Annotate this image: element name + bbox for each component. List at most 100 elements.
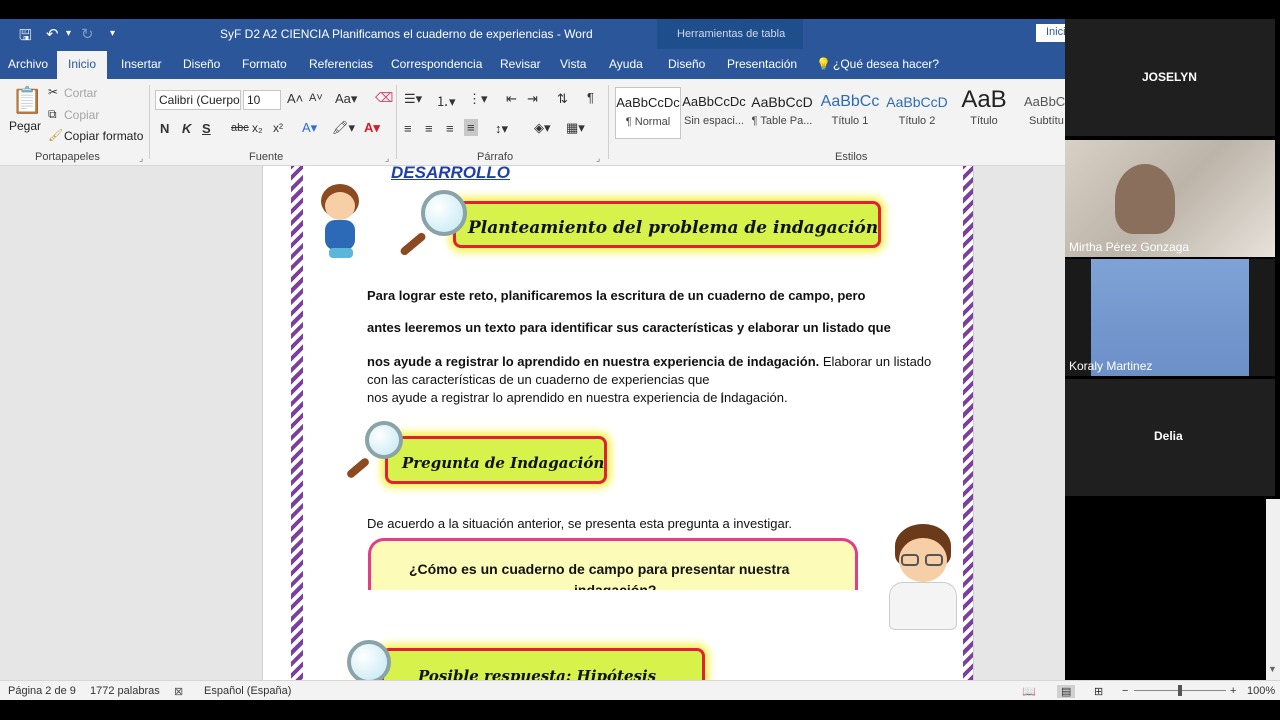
tab-archivo[interactable]: Archivo — [8, 57, 48, 71]
bullets-icon[interactable]: ☰▾ — [404, 91, 422, 107]
grow-font-icon[interactable]: A˄ — [287, 91, 303, 106]
paragraph-rest: Elaborar un listado — [819, 354, 932, 369]
bold-button[interactable]: N — [160, 121, 169, 136]
read-mode-icon[interactable]: 📖 — [1022, 685, 1036, 698]
style-heading-2[interactable]: AaBbCcD Título 2 — [884, 87, 950, 139]
zoom-slider-thumb[interactable] — [1178, 685, 1182, 696]
bottom-black-bar — [0, 700, 1280, 720]
banner-question-text: Pregunta de Indagación: — [402, 454, 607, 472]
font-name-combo[interactable]: Calibri (Cuerpo — [155, 90, 241, 110]
tell-me-search[interactable]: ¿Qué desea hacer? — [833, 57, 939, 71]
clear-format-icon[interactable]: ⌫ — [375, 90, 393, 106]
style-name: Título 1 — [831, 115, 869, 127]
clipboard-group-label: Portapapeles — [35, 151, 100, 163]
style-normal[interactable]: AaBbCcDc ¶ Normal — [615, 87, 681, 139]
language-status[interactable]: Español (España) — [204, 685, 291, 697]
left-page-border — [291, 166, 303, 680]
align-left-icon[interactable]: ≡ — [404, 121, 412, 136]
style-name: Subtítu — [1029, 115, 1064, 127]
borders-icon[interactable]: ▦▾ — [566, 120, 585, 136]
multilevel-list-icon[interactable]: ⋮▾ — [468, 91, 488, 107]
font-color-icon[interactable]: A▾ — [364, 120, 380, 136]
tab-diseno[interactable]: Diseño — [183, 57, 220, 71]
style-table-paragraph[interactable]: AaBbCcD ¶ Table Pa... — [749, 87, 815, 139]
tab-vista[interactable]: Vista — [560, 57, 586, 71]
increase-indent-icon[interactable]: ⇥ — [527, 91, 538, 107]
align-right-icon[interactable]: ≡ — [446, 121, 454, 136]
line-spacing-icon[interactable]: ↕▾ — [495, 121, 508, 137]
text-effects-icon[interactable]: A▾ — [302, 120, 317, 136]
customize-toolbar-icon[interactable]: ▾ — [110, 28, 115, 39]
style-subtitle[interactable]: AaBbCc Subtítu — [1018, 87, 1065, 139]
paragraph-launcher-icon[interactable]: ⌟ — [596, 153, 600, 164]
shrink-font-icon[interactable]: A˅ — [309, 92, 323, 104]
style-title[interactable]: AaB Título — [951, 87, 1017, 139]
tab-correspondencia[interactable]: Correspondencia — [391, 57, 482, 71]
copy-button[interactable]: Copiar — [64, 108, 99, 122]
show-marks-icon[interactable]: ¶ — [587, 90, 594, 105]
tab-formato[interactable]: Formato — [242, 57, 287, 71]
proofing-icon[interactable]: ⊠ — [174, 685, 183, 698]
decrease-indent-icon[interactable]: ⇤ — [506, 91, 517, 107]
clipboard-launcher-icon[interactable]: ⌟ — [139, 153, 143, 164]
magnifier-handle — [398, 231, 428, 257]
zoom-in-icon[interactable]: + — [1230, 685, 1236, 697]
word-count[interactable]: 1772 palabras — [90, 685, 160, 697]
cut-button[interactable]: Cortar — [64, 86, 97, 100]
sort-icon[interactable]: ⇅ — [557, 91, 568, 107]
print-layout-icon[interactable]: ▤ — [1057, 685, 1076, 698]
paragraph-line: nos ayude a registrar lo aprendido en nu… — [367, 390, 788, 405]
justify-icon[interactable]: ≡ — [464, 119, 478, 136]
tab-revisar[interactable]: Revisar — [500, 57, 541, 71]
banner-hypothesis: Posible respuesta: Hipótesis — [381, 648, 705, 680]
participant-tile[interactable]: Koraly Martinez — [1065, 259, 1275, 376]
participant-tile[interactable]: Mirtha Pérez Gonzaga — [1065, 140, 1275, 257]
style-no-spacing[interactable]: AaBbCcDc Sin espaci... — [681, 87, 747, 139]
tab-insertar[interactable]: Insertar — [121, 57, 162, 71]
paste-icon[interactable]: 📋 — [11, 85, 43, 116]
change-case-icon[interactable]: Aa▾ — [335, 91, 357, 107]
format-painter-button[interactable]: Copiar formato — [64, 129, 143, 143]
document-area: DESARROLLO Planteamiento del problema de… — [0, 166, 1065, 680]
tab-referencias[interactable]: Referencias — [309, 57, 373, 71]
magnifier-handle — [345, 456, 371, 480]
styles-group-label: Estilos — [835, 151, 868, 163]
save-icon[interactable]: 🖫 — [19, 25, 32, 50]
question-box: ¿Cómo es un cuaderno de campo para prese… — [368, 538, 858, 590]
highlight-icon[interactable]: 🖍▾ — [332, 120, 355, 136]
zoom-level[interactable]: 100% — [1247, 685, 1275, 697]
tab-inicio[interactable]: Inicio — [57, 51, 108, 79]
undo-dropdown-icon[interactable]: ▾ — [66, 28, 71, 39]
numbering-icon[interactable]: ⒈▾ — [436, 91, 456, 110]
shading-icon[interactable]: ◈▾ — [534, 120, 551, 136]
participant-name: Mirtha Pérez Gonzaga — [1069, 240, 1190, 254]
document-page[interactable]: DESARROLLO Planteamiento del problema de… — [262, 166, 974, 680]
strikethrough-button[interactable]: abc — [231, 122, 249, 134]
style-name: ¶ Normal — [625, 116, 671, 128]
superscript-button[interactable]: x² — [273, 121, 283, 135]
font-launcher-icon[interactable]: ⌟ — [385, 153, 389, 164]
tab-ayuda[interactable]: Ayuda — [609, 57, 643, 71]
participant-name: JOSELYN — [1142, 70, 1197, 84]
font-size-combo[interactable]: 10 — [243, 90, 281, 110]
web-layout-icon[interactable]: ⊞ — [1094, 685, 1103, 698]
page-count[interactable]: Página 2 de 9 — [8, 685, 76, 697]
paste-button[interactable]: Pegar — [9, 119, 41, 133]
underline-button[interactable]: S — [202, 121, 211, 136]
zoom-out-icon[interactable]: − — [1122, 685, 1128, 697]
signin-button[interactable]: Inicia — [1036, 24, 1065, 42]
paragraph-line: nos ayude a registrar lo aprendido en nu… — [367, 354, 931, 369]
scroll-down-icon[interactable]: ▼ — [1268, 664, 1277, 674]
top-black-bar — [0, 0, 1280, 19]
subscript-button[interactable]: x₂ — [252, 121, 263, 135]
tab-diseno-tabla[interactable]: Diseño — [668, 57, 705, 71]
participant-tile[interactable]: Delia — [1065, 379, 1275, 496]
tab-presentacion[interactable]: Presentación — [727, 57, 797, 71]
style-heading-1[interactable]: AaBbCc Título 1 — [817, 87, 883, 139]
italic-button[interactable]: K — [182, 121, 191, 136]
redo-icon[interactable]: ↻ — [81, 25, 94, 43]
align-center-icon[interactable]: ≡ — [425, 121, 433, 136]
undo-icon[interactable]: ↶ — [46, 25, 59, 43]
paragraph-line: con las características de un cuaderno d… — [367, 372, 710, 387]
participant-tile[interactable]: JOSELYN — [1065, 19, 1275, 136]
